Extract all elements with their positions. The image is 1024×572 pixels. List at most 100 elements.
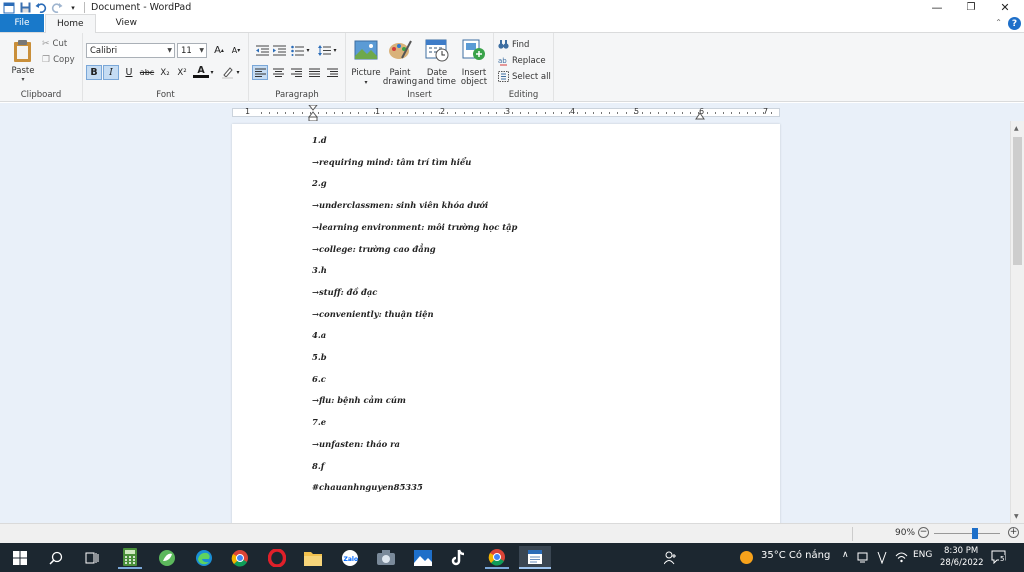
document-page[interactable]: 1.d →requiring mind: tâm trí tìm hiểu 2.g →… (232, 124, 780, 523)
insert-object-button[interactable]: Insert object (456, 38, 492, 90)
task-view-button[interactable] (80, 546, 104, 569)
bullet-list-button[interactable] (289, 43, 305, 58)
start-button[interactable] (8, 546, 32, 569)
font-size-value: 11 (181, 45, 192, 56)
align-center-icon (272, 68, 284, 77)
restore-icon: ❐ (966, 2, 976, 13)
text-color-dropdown-icon[interactable]: ▾ (208, 65, 216, 80)
undo-icon[interactable] (34, 1, 48, 15)
weather-text[interactable]: 35°C Có nắng (761, 550, 830, 561)
paragraph-settings-button[interactable] (324, 65, 340, 80)
select-all-button[interactable]: Select all (498, 71, 551, 82)
sun-icon[interactable] (740, 551, 753, 564)
subscript-button[interactable]: X₂ (157, 65, 173, 80)
taskbar-camera[interactable] (374, 546, 398, 569)
align-left-button[interactable] (252, 65, 268, 80)
paste-button[interactable]: Paste ▾ (8, 39, 38, 87)
taskbar-calculator[interactable] (118, 546, 142, 569)
paint-drawing-button[interactable]: Paint drawing (382, 38, 418, 90)
align-center-button[interactable] (270, 65, 286, 80)
taskbar-opera[interactable] (265, 546, 289, 569)
increase-indent-button[interactable] (271, 43, 287, 58)
taskbar-chrome[interactable] (228, 546, 252, 569)
taskbar-app-green[interactable] (155, 546, 179, 569)
help-icon[interactable]: ? (1008, 17, 1021, 30)
copy-button[interactable]: ❐ Copy (42, 55, 75, 65)
scrollbar-thumb[interactable] (1013, 137, 1022, 265)
language-indicator[interactable]: ENG (913, 550, 932, 560)
cut-button[interactable]: ✂ Cut (42, 39, 67, 49)
superscript-button[interactable]: X² (174, 65, 190, 80)
strikethrough-button[interactable]: abc (139, 65, 155, 80)
picture-dropdown-icon[interactable]: ▾ (350, 78, 382, 88)
wifi-icon[interactable] (895, 551, 908, 563)
taskbar-edge[interactable] (192, 546, 216, 569)
replace-button[interactable]: ab Replace (498, 55, 546, 66)
underline-button[interactable]: U (121, 65, 137, 80)
insert-group: Picture ▾ Paint drawing Date and time In… (346, 33, 494, 102)
date-time-button[interactable]: Date and time (418, 38, 456, 90)
find-button[interactable]: Find (498, 39, 529, 50)
taskbar-chrome-profile[interactable] (485, 546, 509, 569)
ruler-tick (609, 112, 611, 114)
scroll-down-icon[interactable]: ▼ (1014, 513, 1019, 520)
zoom-slider-thumb[interactable] (971, 528, 978, 539)
justify-button[interactable] (306, 65, 322, 80)
app-icon[interactable] (2, 1, 16, 15)
ruler[interactable]: 1 1 2 3 4 5 6 7 (232, 105, 780, 122)
taskbar-zalo[interactable]: Zalo (338, 546, 362, 569)
zoom-slider[interactable] (934, 528, 1000, 539)
taskbar-tiktok[interactable] (447, 546, 471, 569)
line-spacing-button[interactable] (316, 43, 332, 58)
clock-date[interactable]: 28/6/2022 (940, 558, 984, 568)
paste-dropdown-icon[interactable]: ▾ (8, 76, 38, 83)
align-right-button[interactable] (288, 65, 304, 80)
decrease-indent-button[interactable] (254, 43, 270, 58)
right-indent-marker-icon[interactable] (695, 112, 705, 120)
zoom-out-button[interactable]: − (918, 527, 929, 538)
document-line: 7.e (312, 417, 327, 428)
redo-icon[interactable] (50, 1, 64, 15)
scroll-up-icon[interactable]: ▲ (1014, 125, 1019, 132)
taskbar-photos[interactable] (411, 546, 435, 569)
customize-quick-access-icon[interactable]: ▾ (66, 1, 80, 15)
document-line: 6.c (312, 373, 326, 384)
people-button[interactable] (659, 546, 683, 569)
tab-home[interactable]: Home (45, 14, 96, 33)
indent-marker-icon[interactable] (308, 105, 318, 122)
save-icon[interactable] (18, 1, 32, 15)
pen-icon[interactable] (876, 551, 888, 564)
zoom-in-button[interactable]: + (1008, 527, 1019, 538)
ribbon-minimize-icon[interactable]: ⌃ (995, 18, 1002, 27)
line-spacing-dropdown-icon[interactable]: ▾ (331, 43, 339, 58)
close-button[interactable]: ✕ (988, 0, 1022, 15)
minimize-button[interactable]: — (920, 0, 954, 15)
taskbar-wordpad[interactable] (519, 546, 551, 569)
font-family-select[interactable]: Calibri ▼ (86, 43, 175, 58)
restore-button[interactable]: ❐ (954, 0, 988, 15)
text-color-button[interactable]: A (193, 65, 209, 78)
bullet-list-dropdown-icon[interactable]: ▾ (304, 43, 312, 58)
cut-label: Cut (52, 39, 68, 49)
tab-file[interactable]: File (0, 14, 44, 32)
italic-button[interactable]: I (103, 65, 119, 80)
font-size-select[interactable]: 11 ▼ (177, 43, 207, 58)
search-button[interactable] (44, 546, 68, 569)
ruler-tick (512, 112, 514, 114)
grow-font-button[interactable]: A ▴ (211, 43, 227, 58)
vertical-scrollbar[interactable]: ▲ ▼ (1010, 121, 1024, 523)
picture-button[interactable]: Picture ▾ (350, 38, 382, 90)
highlight-button[interactable] (219, 65, 235, 80)
ruler-tick (495, 112, 497, 114)
highlight-dropdown-icon[interactable]: ▾ (234, 65, 242, 80)
people-icon (664, 551, 676, 564)
notifications-button[interactable]: 5 (991, 550, 1006, 567)
tab-view[interactable]: View (96, 14, 148, 32)
shrink-font-button[interactable]: A ▾ (228, 43, 244, 58)
bold-button[interactable]: B (86, 65, 102, 80)
network-icon[interactable] (857, 552, 870, 563)
taskbar-file-explorer[interactable] (301, 546, 325, 569)
show-hidden-icons-icon[interactable]: ∧ (842, 550, 849, 560)
clock-time[interactable]: 8:30 PM (944, 546, 978, 556)
copy-label: Copy (53, 55, 75, 65)
